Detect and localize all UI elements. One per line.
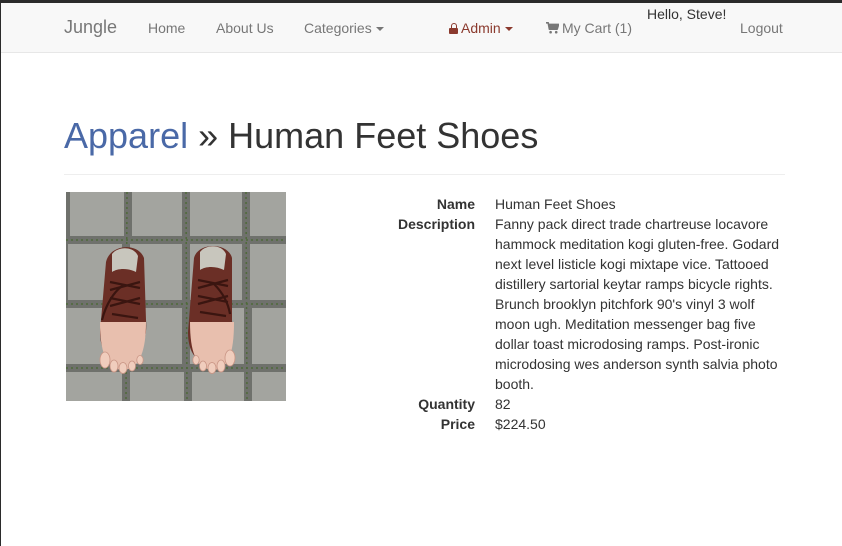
detail-row-price: Price $224.50 (381, 414, 791, 434)
detail-row-quantity: Quantity 82 (381, 394, 791, 414)
browser-viewport: Jungle Home About Us Categories Admin My… (0, 0, 842, 546)
caret-down-icon (504, 27, 513, 32)
shopping-cart-icon (546, 22, 559, 34)
quantity-label: Quantity (418, 396, 475, 412)
product-title: Human Feet Shoes (228, 115, 539, 156)
detail-row-description: Description Fanny pack direct trade char… (381, 214, 791, 394)
lock-icon (449, 23, 458, 34)
user-greeting: Hello, Steve! (647, 6, 727, 22)
nav-logout-link[interactable]: Logout (740, 20, 783, 36)
description-label: Description (397, 216, 475, 232)
nav-admin-dropdown[interactable]: Admin (449, 20, 513, 36)
price-label: Price (440, 416, 475, 432)
nav-cart-link[interactable]: My Cart (1) (546, 20, 632, 36)
nav-categories-label: Categories (304, 20, 372, 36)
product-details: Name Human Feet Shoes Description Fanny … (381, 194, 791, 434)
product-image (66, 192, 286, 401)
price-value: $224.50 (495, 416, 546, 432)
nav-about-link[interactable]: About Us (216, 20, 274, 36)
quantity-value: 82 (495, 396, 511, 412)
nav-cart-label: My Cart (1) (562, 20, 632, 36)
nav-home-link[interactable]: Home (148, 20, 185, 36)
top-navbar: Jungle Home About Us Categories Admin My… (1, 3, 842, 53)
nav-admin-label: Admin (461, 20, 501, 36)
breadcrumb-category-link[interactable]: Apparel (64, 115, 188, 156)
detail-row-name: Name Human Feet Shoes (381, 194, 791, 214)
name-label: Name (436, 196, 475, 212)
brand-link[interactable]: Jungle (64, 17, 117, 38)
description-value: Fanny pack direct trade chartreuse locav… (495, 216, 780, 392)
nav-categories-dropdown[interactable]: Categories (304, 20, 384, 36)
name-value: Human Feet Shoes (495, 196, 616, 212)
page-title: Apparel » Human Feet Shoes (64, 116, 785, 175)
caret-down-icon (375, 27, 384, 32)
breadcrumb-separator: » (198, 115, 219, 156)
